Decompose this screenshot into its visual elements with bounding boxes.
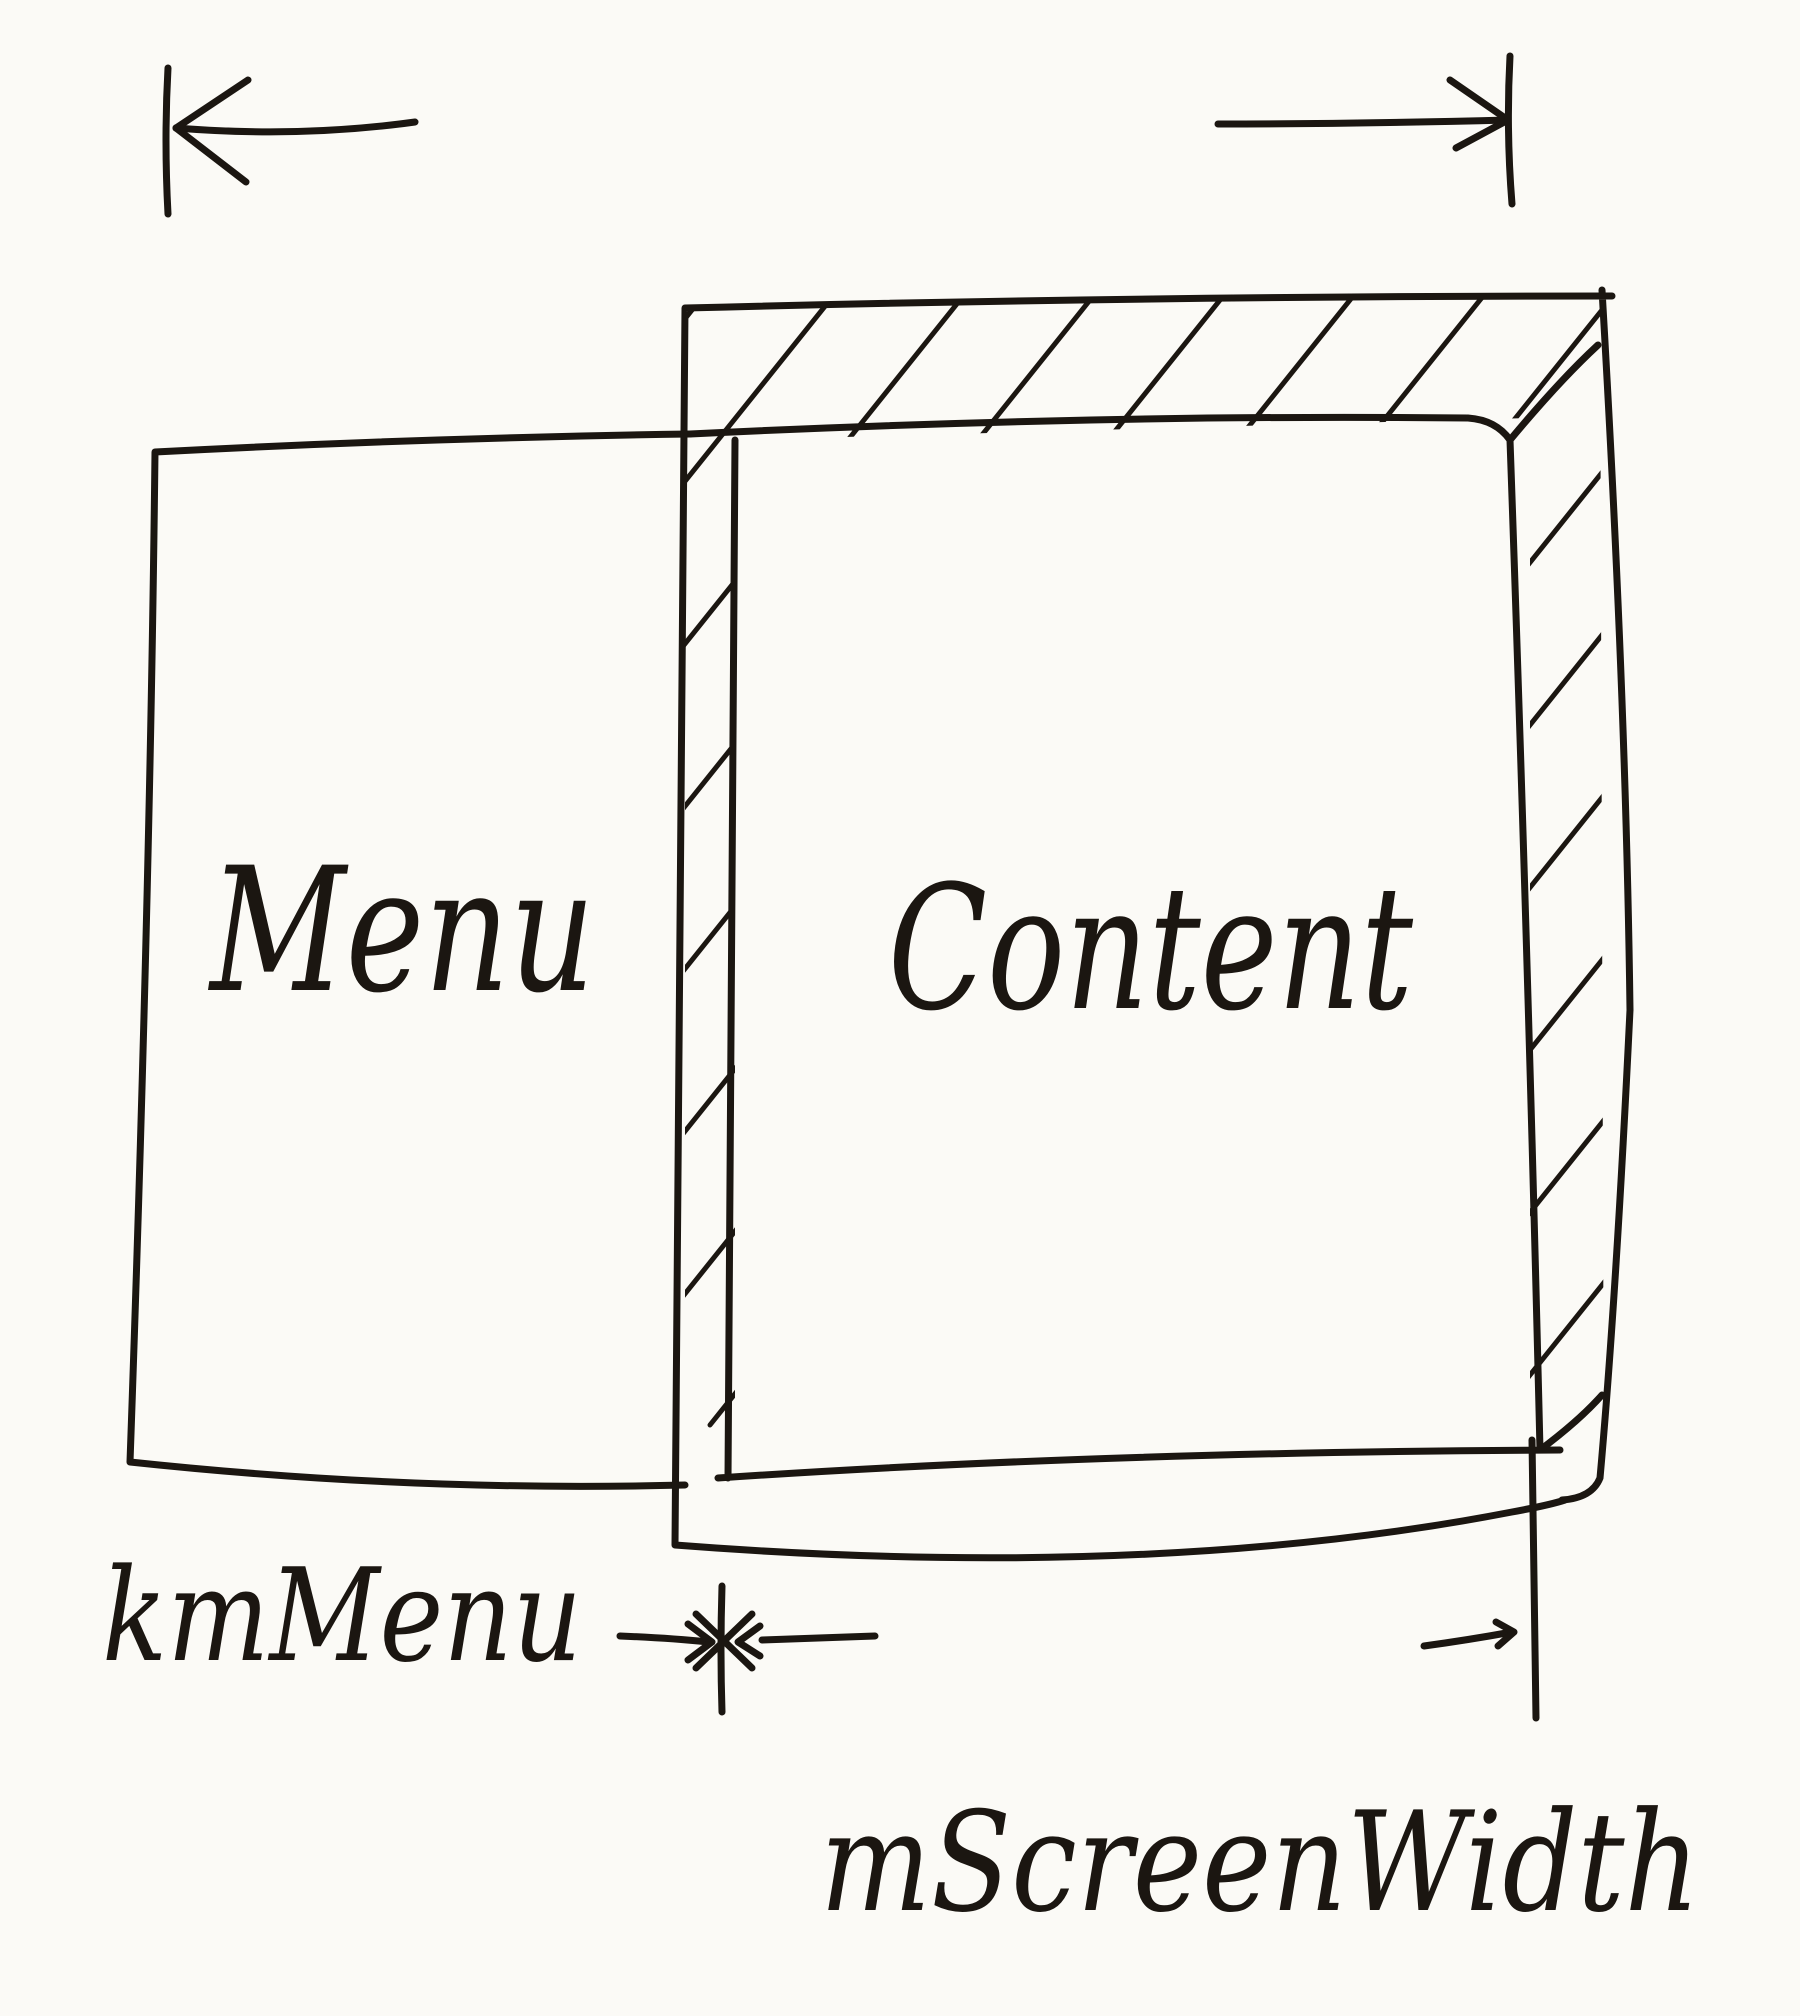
shadow-frame-corner-bottom — [1536, 1391, 1606, 1454]
hatch-line — [707, 296, 1604, 1428]
content-label: Content — [888, 848, 1414, 1049]
hatch-line — [1620, 0, 1800, 1425]
hatch-line — [685, 296, 1603, 1428]
sliding-menu-diagram: Menu Content kmMenu mScreenWidth — [102, 0, 1800, 1943]
hatch-line — [837, 296, 1604, 1428]
hatch-line — [1227, 296, 1604, 1428]
hatch-line — [967, 296, 1604, 1428]
content-shadow-hatch — [685, 0, 1800, 1428]
screen-width-dimension-marker — [1420, 1436, 1540, 1722]
hatch-line — [685, 296, 1604, 1428]
scroll-left-arrow — [162, 64, 419, 218]
hatch-line — [1097, 296, 1604, 1428]
km-menu-dimension-marker — [616, 1582, 879, 1716]
hatch-line — [685, 296, 1604, 1428]
menu-label: Menu — [208, 830, 595, 1031]
hatch-line — [1357, 296, 1604, 1428]
hatch-line — [1750, 0, 1800, 1425]
screen-width-label: mScreenWidth — [820, 1782, 1700, 1943]
scroll-right-arrow — [1214, 52, 1516, 208]
hatch-line — [685, 296, 1604, 1428]
hatch-line — [685, 296, 1604, 1428]
shadow-frame-corner — [1506, 341, 1602, 444]
km-menu-label: kmMenu — [102, 1542, 582, 1691]
